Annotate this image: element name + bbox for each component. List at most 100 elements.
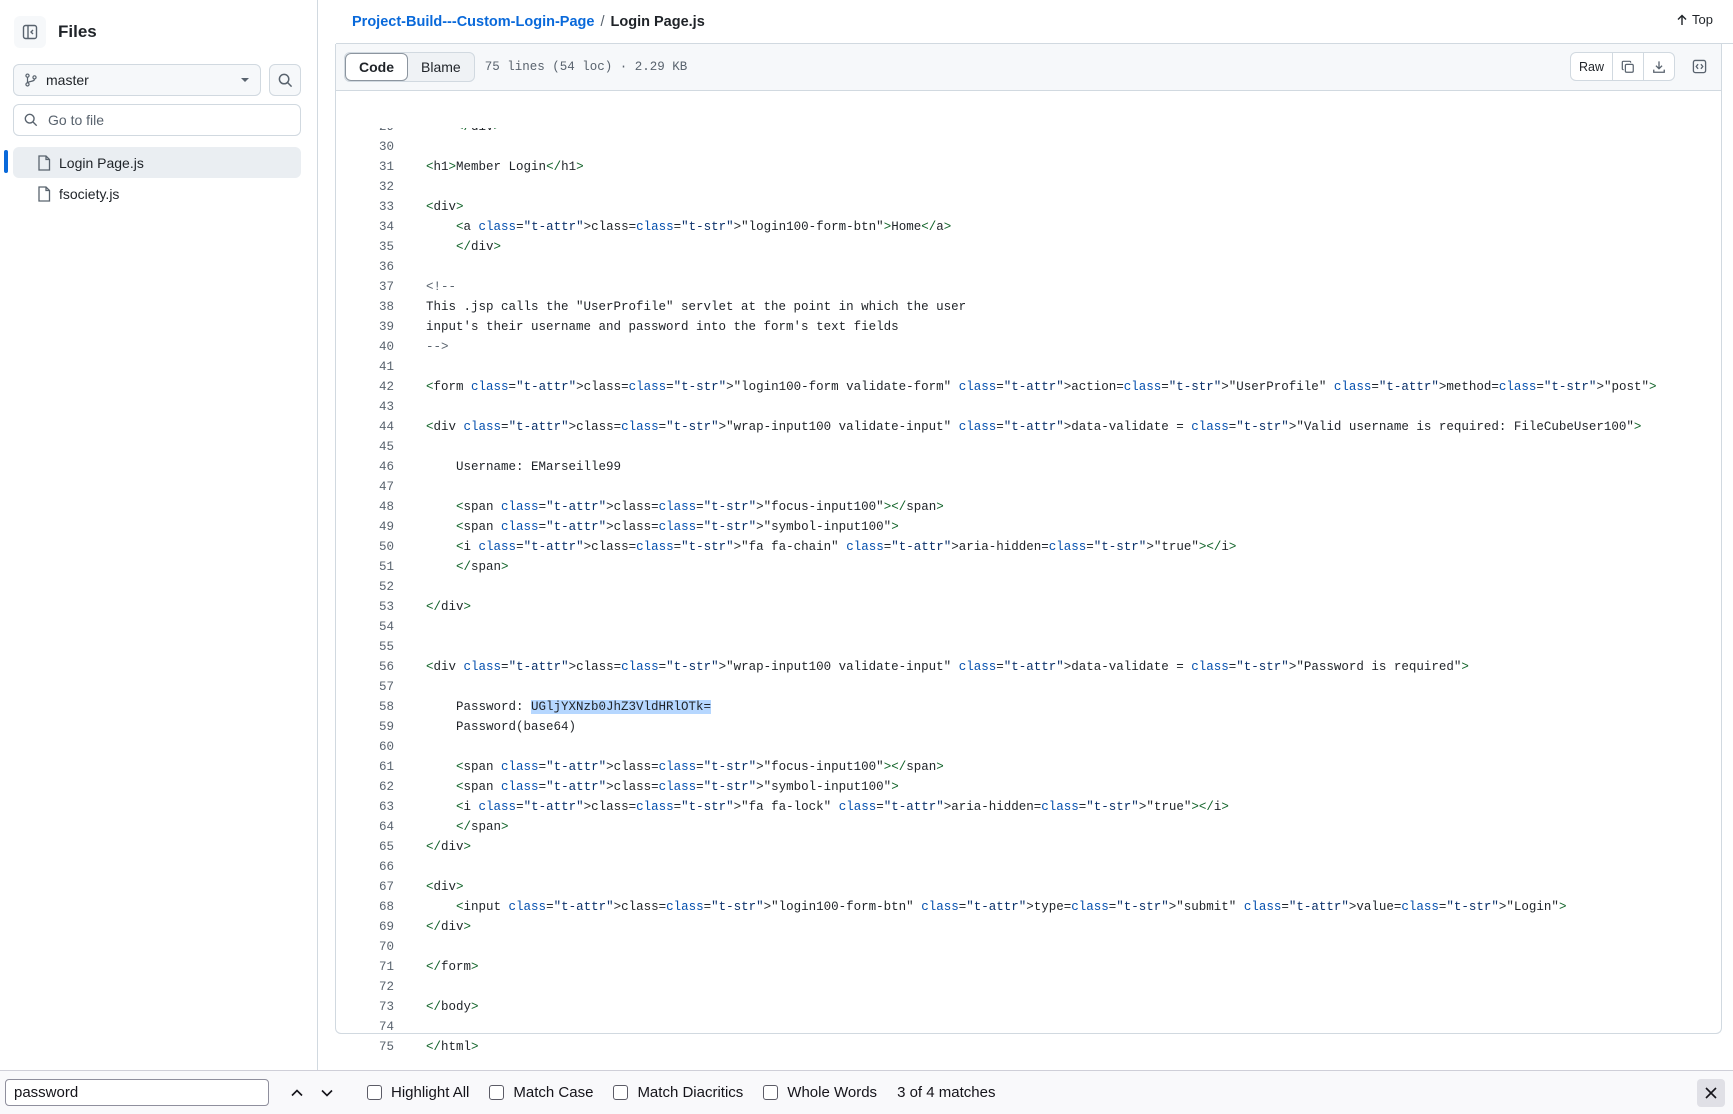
line-text: </html> (426, 1040, 479, 1054)
line-number[interactable]: 46 (336, 460, 394, 474)
code-line: 35 </div> (336, 237, 1721, 257)
line-number[interactable]: 52 (336, 580, 394, 594)
line-number[interactable]: 53 (336, 600, 394, 614)
code-line: 37 <!-- (336, 277, 1721, 297)
whole-words-checkbox[interactable]: Whole Words (763, 1084, 877, 1101)
code-line: 75 </html> (336, 1037, 1721, 1057)
line-number[interactable]: 45 (336, 440, 394, 454)
line-number[interactable]: 32 (336, 180, 394, 194)
highlight-all-checkbox[interactable]: Highlight All (367, 1084, 469, 1101)
line-number[interactable]: 43 (336, 400, 394, 414)
code-line: 51 </span> (336, 557, 1721, 577)
line-content: This .jsp calls the "UserProfile" servle… (426, 300, 966, 314)
line-number[interactable]: 38 (336, 300, 394, 314)
line-number[interactable]: 44 (336, 420, 394, 434)
line-number[interactable]: 51 (336, 560, 394, 574)
line-number[interactable]: 40 (336, 340, 394, 354)
code-tab[interactable]: Code (345, 53, 408, 81)
line-number[interactable]: 62 (336, 780, 394, 794)
match-diacritics-checkbox[interactable]: Match Diacritics (613, 1084, 743, 1101)
back-to-top-button[interactable]: Top (1676, 12, 1713, 27)
line-number[interactable]: 70 (336, 940, 394, 954)
line-content: <h1>Member Login</h1> (426, 160, 584, 174)
line-number[interactable]: 56 (336, 660, 394, 674)
branch-selector[interactable]: master (13, 64, 261, 96)
line-number[interactable]: 71 (336, 960, 394, 974)
find-previous-button[interactable] (283, 1079, 311, 1107)
copy-raw-button[interactable] (1613, 53, 1644, 80)
line-number[interactable]: 48 (336, 500, 394, 514)
line-number[interactable]: 55 (336, 640, 394, 654)
line-content: </div> (426, 600, 471, 614)
line-number[interactable]: 39 (336, 320, 394, 334)
line-number[interactable]: 47 (336, 480, 394, 494)
line-number[interactable]: 60 (336, 740, 394, 754)
line-number[interactable]: 30 (336, 140, 394, 154)
code-line: 53 </div> (336, 597, 1721, 617)
go-to-file-input[interactable] (46, 111, 286, 129)
line-number[interactable]: 67 (336, 880, 394, 894)
file-item-login-page[interactable]: Login Page.js (13, 147, 301, 178)
line-number[interactable]: 57 (336, 680, 394, 694)
code-line: 68 <input class="t-attr">class=class="t-… (336, 897, 1721, 917)
code-line: 48 <span class="t-attr">class=class="t-s… (336, 497, 1721, 517)
line-content: <i class="t-attr">class=class="t-str">"f… (426, 540, 1236, 554)
line-number[interactable]: 75 (336, 1040, 394, 1054)
file-actions: Raw (1569, 52, 1715, 81)
code-line: 54 (336, 617, 1721, 637)
line-number[interactable]: 49 (336, 520, 394, 534)
breadcrumb-separator: / (600, 13, 605, 30)
line-content: input's their username and password into… (426, 320, 899, 334)
line-number[interactable]: 64 (336, 820, 394, 834)
line-number[interactable]: 61 (336, 760, 394, 774)
code-line: 29 </div> (336, 128, 1721, 137)
line-number[interactable]: 69 (336, 920, 394, 934)
line-number[interactable]: 37 (336, 280, 394, 294)
line-content: </html> (426, 1040, 479, 1054)
active-file-indicator (4, 150, 8, 173)
code-lines: 29 </div> 30 31 <h1>Member Login</h1> 32 33 <d… (336, 128, 1721, 1080)
collapse-sidebar-button[interactable] (14, 16, 46, 48)
line-number[interactable]: 74 (336, 1020, 394, 1034)
line-number[interactable]: 59 (336, 720, 394, 734)
line-number[interactable]: 72 (336, 980, 394, 994)
sidebar-header: Files (14, 14, 97, 50)
checkbox-box (367, 1085, 382, 1100)
match-case-label: Match Case (513, 1084, 594, 1101)
close-find-bar-button[interactable] (1697, 1079, 1725, 1107)
line-number[interactable]: 68 (336, 900, 394, 914)
symbols-panel-button[interactable] (1683, 52, 1715, 81)
find-input[interactable] (5, 1079, 269, 1106)
line-number[interactable]: 54 (336, 620, 394, 634)
line-number[interactable]: 33 (336, 200, 394, 214)
file-item-fsociety[interactable]: fsociety.js (13, 178, 301, 209)
blame-tab[interactable]: Blame (408, 53, 474, 81)
line-number[interactable]: 66 (336, 860, 394, 874)
line-content: <span class="t-attr">class=class="t-str"… (426, 780, 899, 794)
go-to-file-field[interactable] (13, 104, 301, 136)
line-text: </span> (456, 820, 509, 834)
line-number[interactable]: 58 (336, 700, 394, 714)
line-number[interactable]: 41 (336, 360, 394, 374)
line-number[interactable]: 29 (336, 128, 394, 134)
line-content: <form class="t-attr">class=class="t-str"… (426, 380, 1656, 394)
download-button[interactable] (1644, 53, 1674, 80)
line-number[interactable]: 63 (336, 800, 394, 814)
line-number[interactable]: 65 (336, 840, 394, 854)
line-text: </body> (426, 1000, 479, 1014)
raw-button[interactable]: Raw (1571, 53, 1613, 80)
breadcrumb-repo-link[interactable]: Project-Build---Custom-Login-Page (352, 14, 594, 30)
checkbox-box (489, 1085, 505, 1100)
find-next-button[interactable] (313, 1079, 341, 1107)
line-number[interactable]: 35 (336, 240, 394, 254)
line-number[interactable]: 31 (336, 160, 394, 174)
match-case-checkbox[interactable]: Match Case (489, 1084, 593, 1101)
search-files-button[interactable] (269, 64, 301, 96)
line-number[interactable]: 50 (336, 540, 394, 554)
line-number[interactable]: 42 (336, 380, 394, 394)
line-number[interactable]: 34 (336, 220, 394, 234)
line-number[interactable]: 36 (336, 260, 394, 274)
code-line: 31 <h1>Member Login</h1> (336, 157, 1721, 177)
line-number[interactable]: 73 (336, 1000, 394, 1014)
line-text: input's their username and password into… (426, 320, 899, 334)
